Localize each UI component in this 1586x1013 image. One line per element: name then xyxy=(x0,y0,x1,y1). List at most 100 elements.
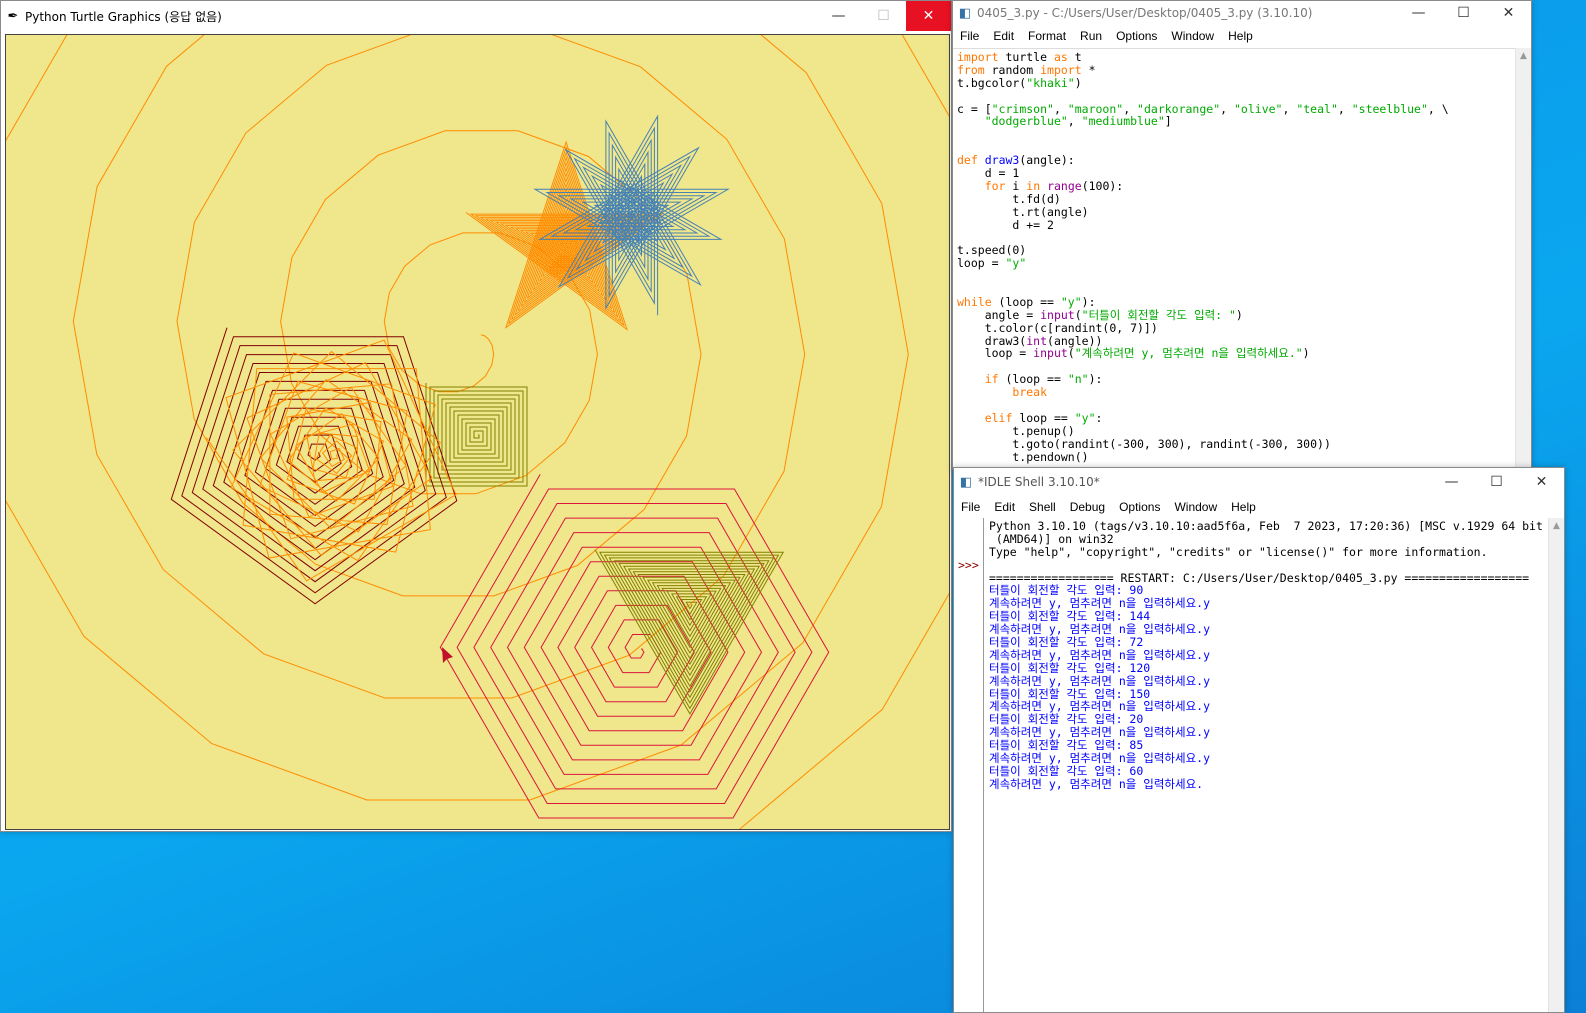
shell-menubar: File Edit Shell Debug Options Window Hel… xyxy=(954,496,1564,518)
code-line[interactable]: t.bgcolor("khaki") xyxy=(957,75,1515,90)
shell-output-line: 터틀이 회전할 각도 입력: 72 xyxy=(989,635,1144,650)
code-token: break xyxy=(1012,385,1048,400)
shell-header-line: Python 3.10.10 (tags/v3.10.10:aad5f6a, F… xyxy=(989,519,1543,533)
code-token: t.bgcolor( xyxy=(957,75,1027,90)
editor-scrollbar[interactable]: ▲ xyxy=(1515,48,1531,469)
code-line[interactable]: t.speed(0) xyxy=(957,244,1515,257)
code-token: "crimson" xyxy=(991,101,1054,116)
menu-run[interactable]: Run xyxy=(1073,29,1109,43)
shell-output-line: 계속하려면 y, 멈추려면 n을 입력하세요.y xyxy=(989,673,1211,688)
maximize-button[interactable]: ☐ xyxy=(1441,1,1486,25)
menu-window[interactable]: Window xyxy=(1164,29,1221,43)
menu-shell[interactable]: Shell xyxy=(1022,500,1063,514)
code-token: t.fd(d) xyxy=(957,191,1061,206)
code-token: ) xyxy=(1235,307,1243,322)
code-token: "계속하려면 y, 멈추려면 n을 입력하세요." xyxy=(1074,346,1303,361)
menu-options[interactable]: Options xyxy=(1109,29,1164,43)
menu-edit[interactable]: Edit xyxy=(986,29,1021,43)
code-token: int xyxy=(1026,333,1048,348)
code-token: (loop == xyxy=(998,372,1068,387)
shell-titlebar[interactable]: ◧ *IDLE Shell 3.10.10* — ☐ ✕ xyxy=(954,468,1564,496)
shell-prompt-gutter: >>> xyxy=(954,518,984,1012)
code-line[interactable]: t.pendown() xyxy=(957,450,1515,464)
close-button[interactable]: ✕ xyxy=(1519,468,1564,496)
code-listing[interactable]: import turtle as t from random import * t.… xyxy=(957,51,1515,464)
scroll-up-arrow-icon[interactable]: ▲ xyxy=(1516,48,1531,64)
code-token: def xyxy=(957,153,978,168)
code-token: ] xyxy=(1164,114,1172,129)
code-token: "steelblue" xyxy=(1351,101,1428,116)
shell-output-line: 계속하려면 y, 멈추려면 n을 입력하세요.y xyxy=(989,647,1211,662)
menu-format[interactable]: Format xyxy=(1021,29,1073,43)
maximize-button[interactable]: ☐ xyxy=(1474,468,1519,496)
python-shell-icon: ◧ xyxy=(959,474,973,490)
code-token: t xyxy=(1067,50,1082,64)
code-token: if xyxy=(984,372,999,387)
code-token: draw3( xyxy=(957,333,1027,348)
shell-prompt: >>> xyxy=(958,558,979,572)
shell-output-line: 터틀이 회전할 각도 입력: 120 xyxy=(989,660,1151,675)
minimize-button[interactable]: — xyxy=(1396,1,1441,25)
menu-edit[interactable]: Edit xyxy=(987,500,1022,514)
code-token: draw3 xyxy=(984,153,1020,168)
code-line[interactable]: d += 2 xyxy=(957,218,1515,232)
shell-window[interactable]: ◧ *IDLE Shell 3.10.10* — ☐ ✕ File Edit S… xyxy=(953,467,1565,1013)
code-token: import xyxy=(1040,62,1082,77)
code-token: while xyxy=(957,294,992,309)
code-line[interactable]: loop = input("계속하려면 y, 멈추려면 n을 입력하세요.") xyxy=(957,347,1515,360)
spiral-20-degree xyxy=(6,35,949,829)
code-line[interactable] xyxy=(957,270,1515,283)
code-token: "터틀이 회전할 각도 입력: " xyxy=(1081,307,1236,322)
maximize-button[interactable]: ☐ xyxy=(861,1,906,31)
code-line[interactable]: loop = "y" xyxy=(957,257,1515,270)
code-line[interactable]: "dodgerblue", "mediumblue"] xyxy=(957,115,1515,128)
minimize-button[interactable]: — xyxy=(1429,468,1474,496)
code-token: "y" xyxy=(1074,410,1096,425)
shell-header-line: (AMD64)] on win32 xyxy=(989,531,1114,546)
code-token: "darkorange" xyxy=(1137,101,1221,116)
shell-header-line: Type "help", "copyright", "credits" or "… xyxy=(989,544,1488,559)
menu-file[interactable]: File xyxy=(953,29,986,43)
code-token: loop == xyxy=(1012,410,1075,425)
code-token: ( xyxy=(1067,346,1075,361)
code-token: ): xyxy=(1088,372,1103,387)
code-token: "teal" xyxy=(1296,101,1338,116)
code-token: , xyxy=(1067,114,1082,129)
menu-options[interactable]: Options xyxy=(1112,500,1167,514)
code-line[interactable]: break xyxy=(957,386,1515,399)
shell-scrollbar[interactable]: ▲ xyxy=(1548,518,1564,1012)
shell-header-line xyxy=(989,559,1548,572)
turtle-window[interactable]: ✒ Python Turtle Graphics (응답 없음) — ☐ ✕ xyxy=(0,0,952,832)
code-line[interactable] xyxy=(957,128,1515,141)
menu-file[interactable]: File xyxy=(954,500,987,514)
spiral-60-degree xyxy=(439,474,830,819)
turtle-canvas-frame xyxy=(5,34,950,830)
editor-text-area[interactable]: import turtle as t from random import * t.… xyxy=(953,48,1515,469)
shell-output-line: 터틀이 회전할 각도 입력: 60 xyxy=(989,763,1144,778)
code-line[interactable]: def draw3(angle): xyxy=(957,154,1515,167)
code-token: as xyxy=(1053,50,1068,64)
scroll-up-arrow-icon[interactable]: ▲ xyxy=(1549,518,1564,534)
code-token: (loop == xyxy=(991,294,1061,309)
menu-window[interactable]: Window xyxy=(1167,500,1224,514)
editor-window[interactable]: ◧ 0405_3.py - C:/Users/User/Desktop/0405… xyxy=(952,0,1532,470)
minimize-button[interactable]: — xyxy=(816,1,861,31)
menu-help[interactable]: Help xyxy=(1224,500,1263,514)
menu-debug[interactable]: Debug xyxy=(1063,500,1112,514)
turtle-window-title: Python Turtle Graphics (응답 없음) xyxy=(25,9,222,24)
turtle-titlebar[interactable]: ✒ Python Turtle Graphics (응답 없음) — ☐ ✕ xyxy=(1,1,951,31)
code-line[interactable] xyxy=(957,231,1515,244)
shell-text-area[interactable]: Python 3.10.10 (tags/v3.10.10:aad5f6a, F… xyxy=(985,518,1548,1012)
close-button[interactable]: ✕ xyxy=(1486,1,1531,25)
close-button[interactable]: ✕ xyxy=(906,1,951,31)
python-file-icon: ◧ xyxy=(958,5,972,21)
menu-help[interactable]: Help xyxy=(1221,29,1260,43)
shell-output-line: 계속하려면 y, 멈추려면 n을 입력하세요.y xyxy=(989,751,1211,766)
editor-titlebar[interactable]: ◧ 0405_3.py - C:/Users/User/Desktop/0405… xyxy=(953,1,1531,25)
turtle-canvas[interactable] xyxy=(6,35,950,830)
